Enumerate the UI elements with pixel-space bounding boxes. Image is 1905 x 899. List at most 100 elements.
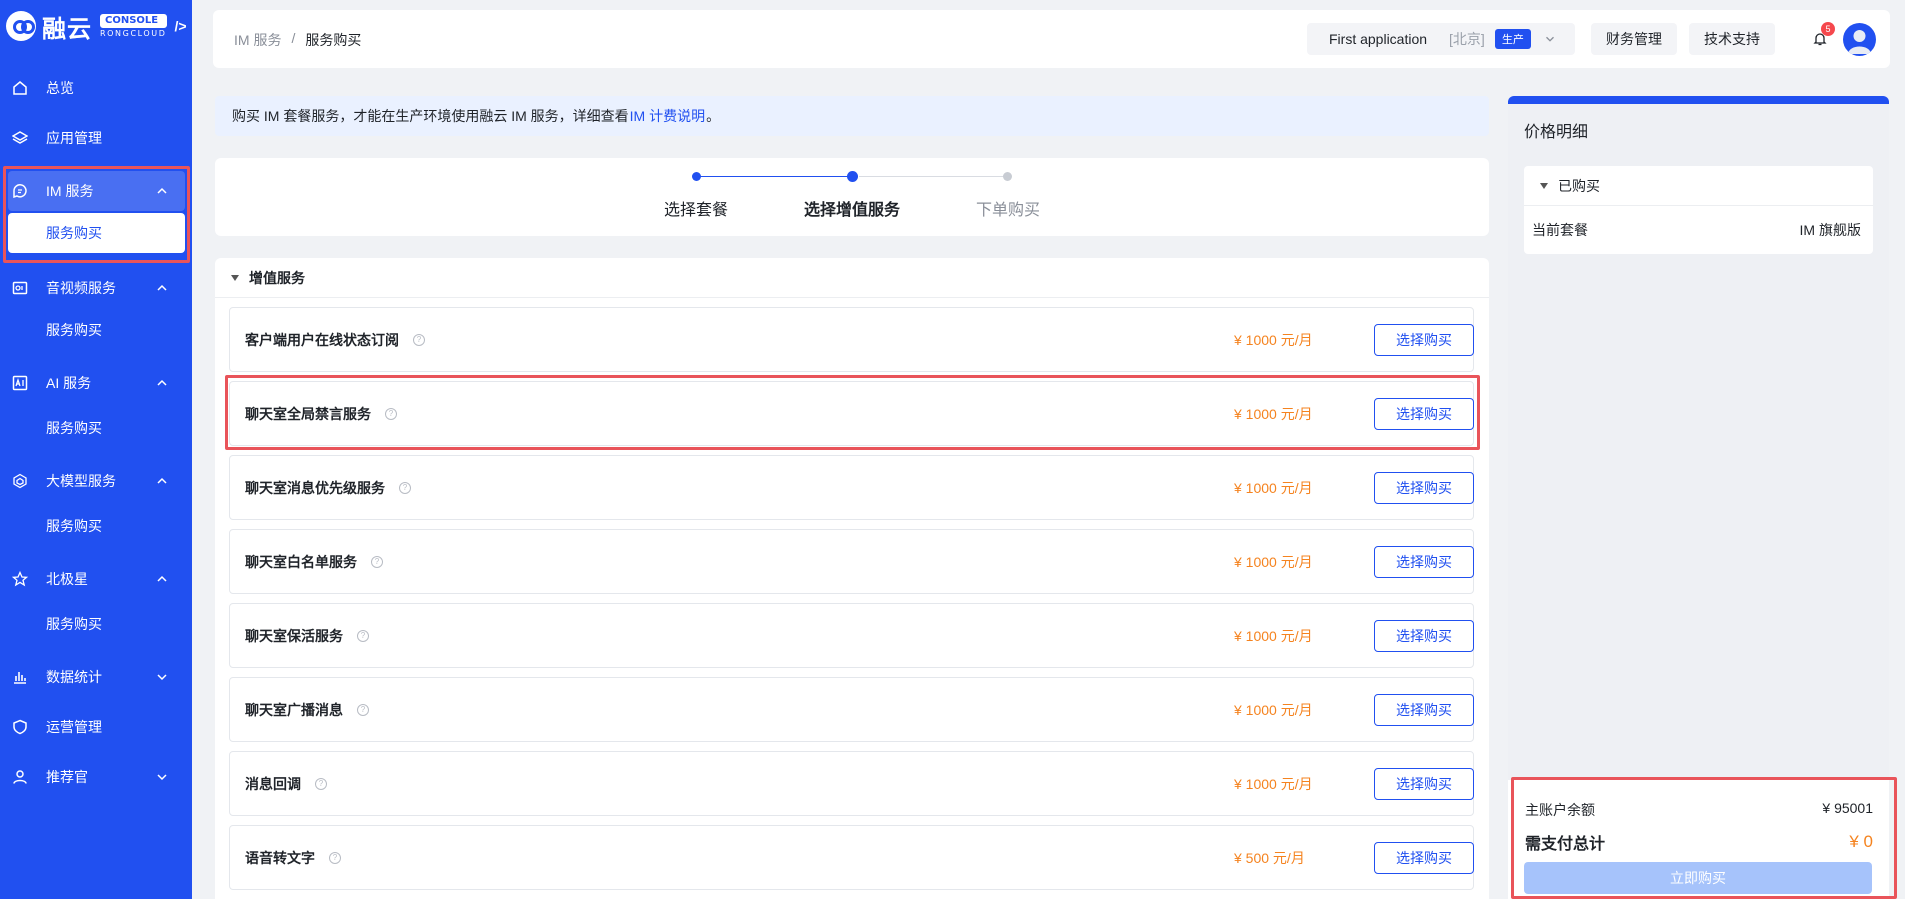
chevron-up-icon	[157, 477, 167, 484]
breadcrumb-parent[interactable]: IM 服务	[234, 30, 281, 50]
video-icon	[12, 280, 28, 296]
sidebar-item-label: 音视频服务	[46, 280, 116, 296]
sidebar-item-label: 运营管理	[46, 719, 102, 735]
step-line-done	[699, 176, 851, 177]
sidebar-item-label: 总览	[46, 80, 74, 96]
home-icon	[12, 80, 28, 96]
sidebar-item-referral[interactable]: 推荐官	[0, 757, 192, 797]
sidebar-item-label: 大模型服务	[46, 473, 116, 489]
sidebar: 融云 CONSOLE RONGCLOUD /> 总览 应用管理 IM 服务 服务…	[0, 0, 192, 899]
breadcrumb-separator: /	[291, 30, 296, 46]
services-header[interactable]: 增值服务	[215, 258, 1489, 298]
cube-icon	[12, 473, 28, 489]
service-name: 聊天室消息优先级服务	[245, 479, 385, 496]
service-row: 消息回调 ? ¥ 1000 元/月 选择购买	[229, 751, 1474, 816]
rongcloud-logo-icon	[6, 11, 36, 41]
app-switcher[interactable]: First application [北京] 生产	[1307, 23, 1575, 55]
layers-icon	[12, 130, 28, 146]
purchased-section: 已购买 当前套餐 IM 旗舰版	[1524, 166, 1873, 254]
chevron-down-icon	[157, 674, 167, 681]
service-name: 客户端用户在线状态订阅	[245, 331, 399, 348]
sidebar-item-label: 应用管理	[46, 130, 102, 146]
sidebar-item-av[interactable]: 音视频服务	[0, 268, 192, 308]
help-icon[interactable]: ?	[315, 777, 327, 790]
service-price: ¥ 1000 元/月	[1234, 553, 1313, 570]
avatar[interactable]	[1843, 23, 1876, 56]
notification-count: 5	[1821, 22, 1835, 36]
env-badge: 生产	[1494, 29, 1531, 49]
select-buy-button[interactable]: 选择购买	[1374, 767, 1474, 800]
chevron-up-icon	[157, 575, 167, 582]
billing-notice: 购买 IM 套餐服务，才能在生产环境使用融云 IM 服务，详细查看 IM 计费说…	[215, 96, 1489, 136]
sidebar-item-overview[interactable]: 总览	[0, 68, 192, 108]
sidebar-item-label: 数据统计	[46, 669, 102, 685]
service-name: 聊天室白名单服务	[245, 553, 357, 570]
help-icon[interactable]: ?	[329, 851, 341, 864]
sidebar-item-llm[interactable]: 大模型服务	[0, 461, 192, 501]
breadcrumb-current: 服务购买	[305, 32, 362, 48]
service-price: ¥ 1000 元/月	[1234, 701, 1313, 718]
sidebar-item-ai[interactable]: AI 服务	[0, 363, 192, 403]
service-name: 消息回调	[245, 775, 301, 792]
services-title: 增值服务	[249, 269, 305, 286]
help-icon[interactable]: ?	[357, 629, 369, 642]
help-icon[interactable]: ?	[399, 481, 411, 494]
service-row-highlight	[225, 375, 1480, 450]
service-row: 语音转文字 ? ¥ 500 元/月 选择购买	[229, 825, 1474, 890]
sidebar-sub-llm-buy[interactable]: 服务购买	[0, 506, 192, 546]
sidebar-item-apps[interactable]: 应用管理	[0, 118, 192, 158]
brand-console: CONSOLE	[100, 14, 167, 28]
caret-down-icon	[231, 274, 239, 281]
select-buy-button[interactable]: 选择购买	[1374, 693, 1474, 726]
star-icon	[12, 571, 28, 587]
breadcrumb: IM 服务 / 服务购买	[234, 30, 361, 50]
finance-button[interactable]: 财务管理	[1591, 23, 1677, 55]
service-row: 聊天室白名单服务 ? ¥ 1000 元/月 选择购买	[229, 529, 1474, 594]
sidebar-sub-polaris-buy[interactable]: 服务购买	[0, 604, 192, 644]
step-3-label: 下单购买	[975, 202, 1040, 219]
value-added-services: 增值服务 客户端用户在线状态订阅 ? ¥ 1000 元/月 选择购买 聊天室全局…	[215, 258, 1489, 899]
current-plan-row: 当前套餐 IM 旗舰版	[1524, 206, 1873, 254]
step-dot-2	[847, 171, 858, 182]
service-row: 聊天室广播消息 ? ¥ 1000 元/月 选择购买	[229, 677, 1474, 742]
help-icon[interactable]: ?	[413, 333, 425, 346]
sidebar-item-ops[interactable]: 运营管理	[0, 707, 192, 747]
billing-doc-link[interactable]: IM 计费说明	[630, 106, 705, 126]
select-buy-button[interactable]: 选择购买	[1374, 841, 1474, 874]
step-2-label: 选择增值服务	[803, 202, 900, 219]
current-plan-label: 当前套餐	[1532, 222, 1588, 238]
service-price: ¥ 1000 元/月	[1234, 775, 1313, 792]
service-name: 语音转文字	[245, 849, 315, 866]
select-buy-button[interactable]: 选择购买	[1374, 619, 1474, 652]
caret-down-icon	[1540, 182, 1548, 189]
im-group-highlight	[3, 166, 190, 263]
step-1-label: 选择套餐	[663, 202, 728, 219]
price-panel-title: 价格明细	[1524, 124, 1589, 141]
user-icon	[12, 769, 28, 785]
bar-chart-icon	[12, 669, 28, 685]
logo[interactable]: 融云 CONSOLE RONGCLOUD />	[0, 0, 192, 52]
support-button[interactable]: 技术支持	[1689, 23, 1775, 55]
chevron-down-icon	[157, 774, 167, 781]
service-price: ¥ 1000 元/月	[1234, 331, 1313, 348]
brand-sub: RONGCLOUD	[100, 29, 167, 38]
service-name: 聊天室广播消息	[245, 701, 343, 718]
sidebar-item-label: 北极星	[46, 571, 88, 587]
purchased-header[interactable]: 已购买	[1524, 166, 1873, 206]
sidebar-item-stats[interactable]: 数据统计	[0, 657, 192, 697]
current-plan-value: IM 旗舰版	[1799, 222, 1861, 238]
sidebar-item-label: 推荐官	[46, 769, 88, 785]
help-icon[interactable]: ?	[371, 555, 383, 568]
sidebar-sub-av-buy[interactable]: 服务购买	[0, 310, 192, 350]
service-price: ¥ 1000 元/月	[1234, 627, 1313, 644]
service-row: 聊天室消息优先级服务 ? ¥ 1000 元/月 选择购买	[229, 455, 1474, 520]
sidebar-sub-ai-buy[interactable]: 服务购买	[0, 408, 192, 448]
help-icon[interactable]: ?	[357, 703, 369, 716]
select-buy-button[interactable]: 选择购买	[1374, 323, 1474, 356]
sidebar-item-polaris[interactable]: 北极星	[0, 559, 192, 599]
step-dot-3	[1003, 172, 1012, 181]
sidebar-item-label: AI 服务	[46, 375, 92, 391]
select-buy-button[interactable]: 选择购买	[1374, 545, 1474, 578]
shield-icon	[12, 719, 28, 735]
select-buy-button[interactable]: 选择购买	[1374, 471, 1474, 504]
